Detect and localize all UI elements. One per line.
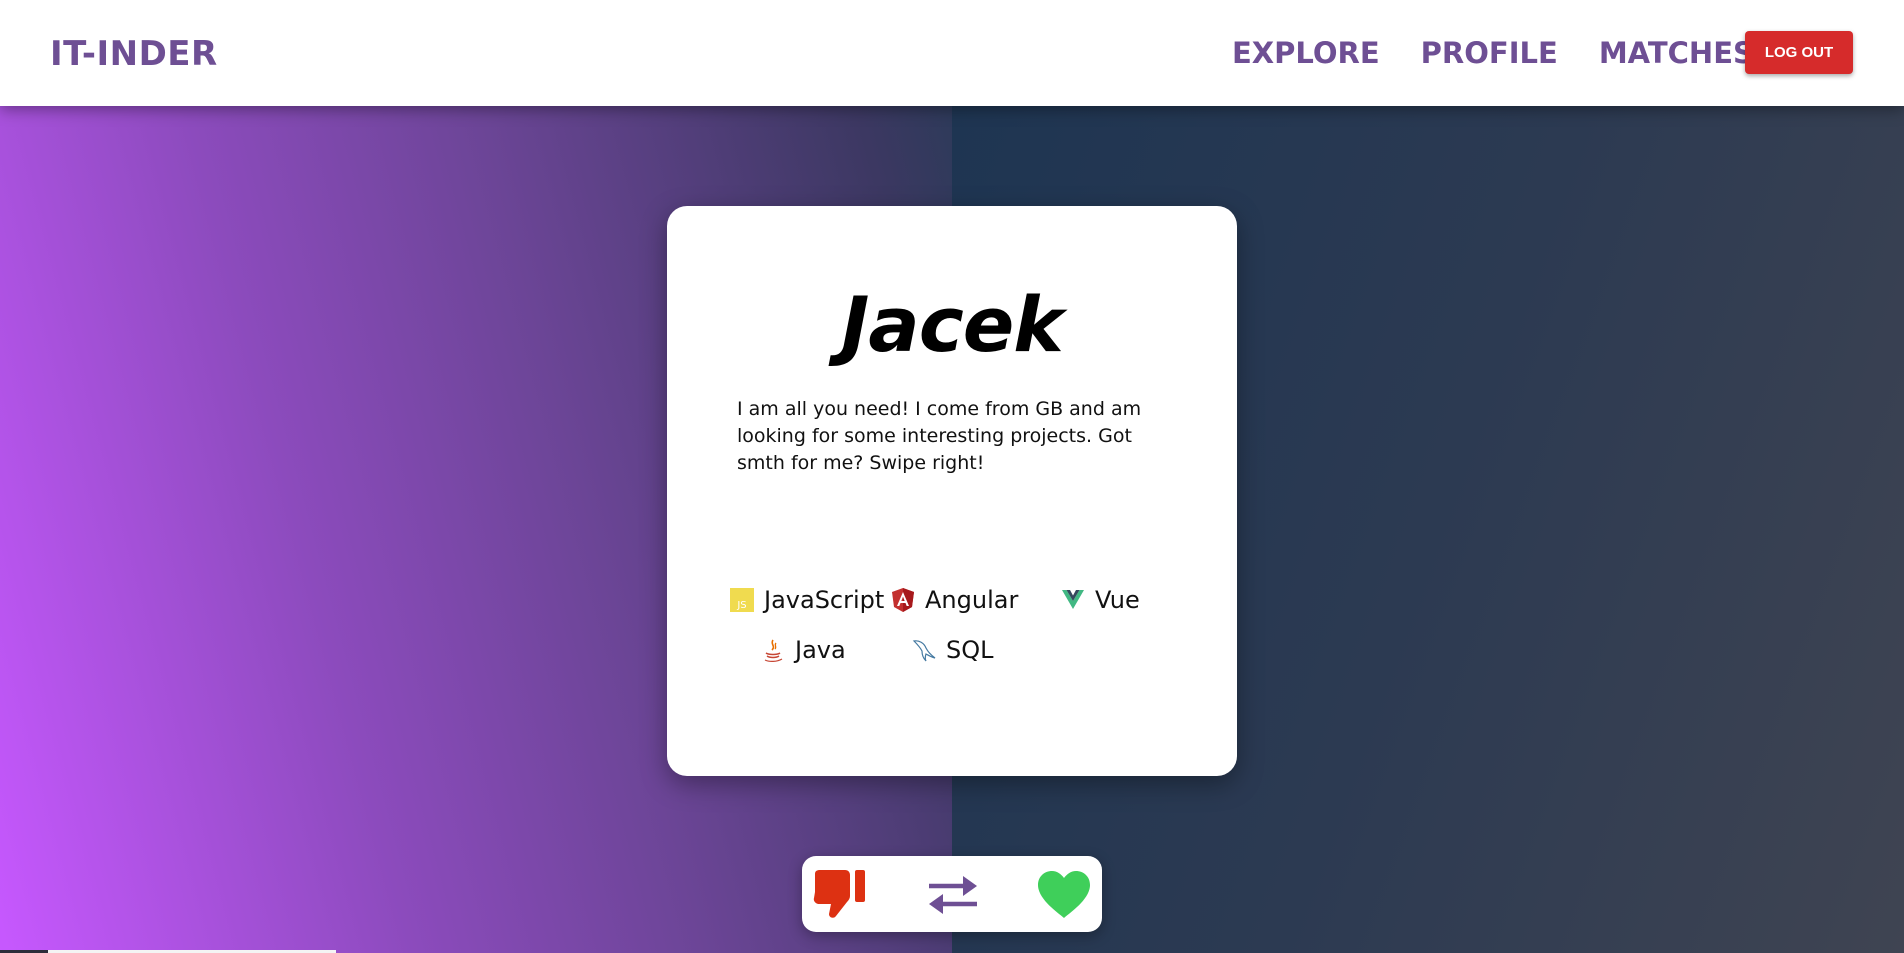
heart-icon[interactable]	[1036, 870, 1092, 920]
skill-sql: SQL	[911, 636, 994, 664]
java-icon	[764, 639, 783, 662]
angular-icon	[892, 588, 914, 612]
nav-matches[interactable]: MATCHES	[1599, 36, 1754, 70]
skill-label: SQL	[946, 636, 994, 664]
skill-label: Angular	[925, 586, 1019, 614]
nav-explore[interactable]: EXPLORE	[1232, 36, 1380, 70]
profile-card[interactable]: Jacek I am all you need! I come from GB …	[667, 206, 1237, 776]
thumbs-down-icon[interactable]	[811, 868, 869, 922]
skill-angular: Angular	[890, 586, 1018, 614]
skill-vue: Vue	[1060, 586, 1140, 614]
profile-name: Jacek	[841, 280, 1064, 369]
profile-bio: I am all you need! I come from GB and am…	[737, 398, 1142, 474]
logout-button[interactable]: LOG OUT	[1745, 31, 1853, 74]
skill-label: Java	[795, 636, 846, 664]
swap-icon[interactable]	[927, 874, 979, 916]
svg-text:JS: JS	[736, 600, 746, 611]
sql-icon	[912, 640, 936, 662]
javascript-icon: JS	[730, 588, 754, 612]
skill-java: Java	[760, 636, 846, 664]
skill-label: JavaScript	[764, 586, 885, 614]
navbar: IT-INDER EXPLORE PROFILE MATCHES LOG OUT	[0, 0, 1904, 106]
skill-javascript: JS JavaScript	[729, 586, 884, 614]
nav-links: EXPLORE PROFILE MATCHES	[1232, 36, 1754, 70]
nav-profile[interactable]: PROFILE	[1421, 36, 1558, 70]
vue-icon	[1062, 590, 1084, 609]
brand-logo[interactable]: IT-INDER	[50, 34, 218, 74]
swipe-actions	[802, 856, 1102, 932]
skill-label: Vue	[1095, 586, 1140, 614]
